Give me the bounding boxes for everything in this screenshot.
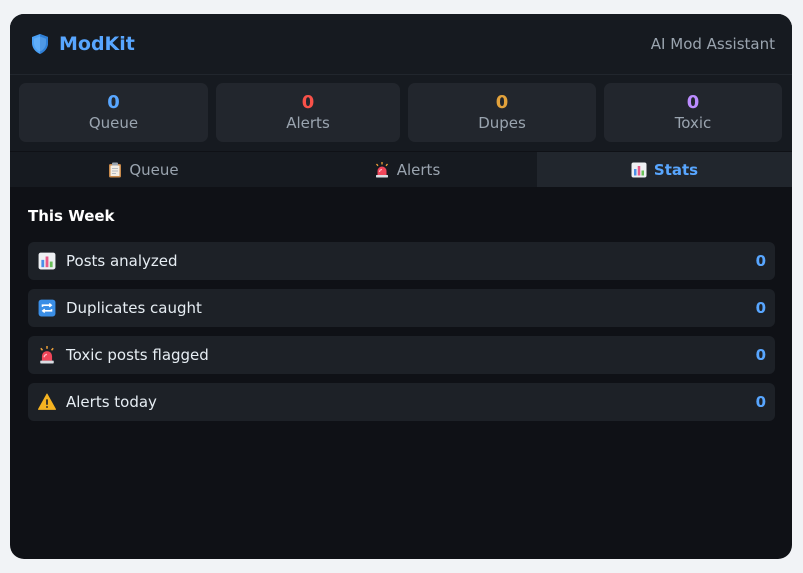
metric-row-posts-analyzed: Posts analyzed 0: [28, 242, 775, 280]
metric-row-alerts-today: Alerts today 0: [28, 383, 775, 421]
stat-card-queue[interactable]: 0 Queue: [19, 83, 208, 142]
bar-chart-icon: [38, 252, 56, 270]
metric-label: Duplicates caught: [66, 299, 202, 317]
bar-chart-icon: [631, 162, 647, 178]
section-title: This Week: [28, 207, 115, 225]
metric-label: Toxic posts flagged: [66, 346, 209, 364]
siren-icon: [374, 161, 390, 178]
stat-value: 0: [107, 91, 120, 113]
metric-label: Alerts today: [66, 393, 157, 411]
stat-card-dupes[interactable]: 0 Dupes: [408, 83, 596, 142]
tab-alerts[interactable]: Alerts: [277, 152, 537, 187]
tab-label: Alerts: [396, 160, 441, 179]
shield-icon: [30, 33, 50, 55]
siren-icon: [38, 346, 56, 364]
stats-row: 0 Queue 0 Alerts 0 Dupes 0 Toxic: [10, 75, 792, 151]
stat-label: Alerts: [286, 113, 330, 132]
stat-card-alerts[interactable]: 0 Alerts: [216, 83, 400, 142]
app-title: ModKit: [59, 33, 135, 55]
metric-value: 0: [755, 252, 766, 270]
stat-card-toxic[interactable]: 0 Toxic: [604, 83, 782, 142]
stat-label: Dupes: [478, 113, 526, 132]
stat-label: Toxic: [674, 113, 712, 132]
tab-stats[interactable]: Stats: [537, 152, 792, 187]
clipboard-icon: [108, 162, 122, 178]
stat-value: 0: [686, 91, 700, 113]
metric-list: Posts analyzed 0 Duplicates caught 0 Tox…: [28, 242, 775, 421]
brand: ModKit: [30, 33, 135, 55]
metric-row-duplicates-caught: Duplicates caught 0: [28, 289, 775, 327]
tab-queue[interactable]: Queue: [10, 152, 277, 187]
metric-label: Posts analyzed: [66, 252, 178, 270]
tab-label: Stats: [653, 160, 699, 179]
metric-value: 0: [755, 346, 766, 364]
app-panel: ModKit AI Mod Assistant 0 Queue 0 Alerts…: [10, 14, 792, 559]
stat-value: 0: [301, 91, 315, 113]
tab-bar: Queue Alerts Stats: [10, 151, 792, 187]
metric-value: 0: [755, 393, 766, 411]
metric-row-toxic-flagged: Toxic posts flagged 0: [28, 336, 775, 374]
app-subtitle: AI Mod Assistant: [650, 35, 775, 53]
repeat-icon: [38, 299, 56, 317]
metric-value: 0: [755, 299, 766, 317]
tab-label: Queue: [129, 160, 179, 179]
warning-icon: [38, 393, 56, 411]
stat-label: Queue: [88, 113, 139, 132]
header: ModKit AI Mod Assistant: [10, 14, 792, 75]
stat-value: 0: [495, 91, 509, 113]
